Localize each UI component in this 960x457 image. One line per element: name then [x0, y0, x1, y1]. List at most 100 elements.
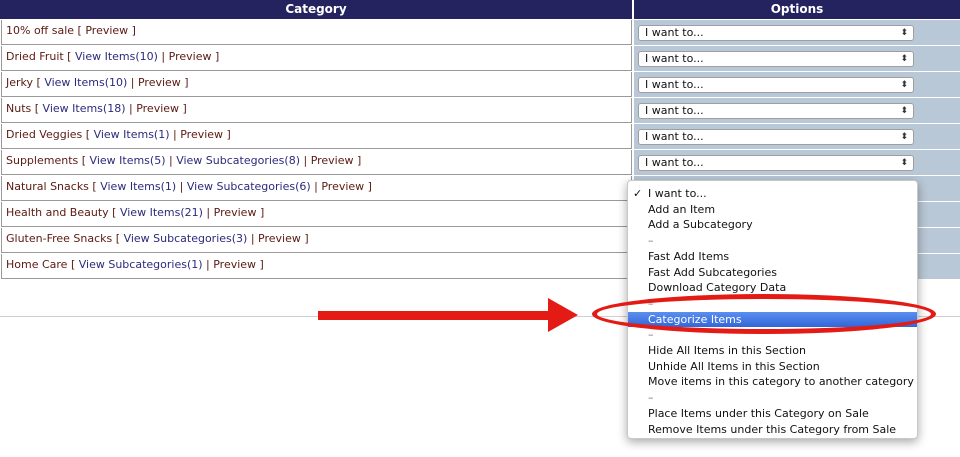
select-stepper-icon: ⬍ [900, 80, 908, 90]
category-name[interactable]: Dried Veggies [6, 128, 82, 141]
table-row: Dried Fruit [ View Items(10) | Preview ]… [0, 46, 960, 72]
options-column-header: Options [634, 0, 960, 19]
table-row: Jerky [ View Items(10) | Preview ] I want… [0, 72, 960, 98]
menu-item[interactable]: ✓ I want to... [628, 186, 917, 201]
options-cell: I want to... ⬍ [634, 124, 960, 150]
menu-item-label: – [648, 328, 654, 342]
category-name[interactable]: Dried Fruit [6, 50, 64, 63]
preview-link[interactable]: Preview [214, 206, 257, 219]
view-items-link[interactable]: View Items(1) [94, 128, 170, 141]
menu-item-label: Unhide All Items in this Section [648, 359, 820, 373]
category-name[interactable]: Jerky [6, 76, 33, 89]
preview-link[interactable]: Preview [311, 154, 354, 167]
menu-item[interactable]: Add an Item [628, 202, 917, 217]
preview-link[interactable]: Preview [138, 76, 181, 89]
action-select-label: I want to... [645, 104, 704, 117]
view-subcategories-link[interactable]: View Subcategories(8) [176, 154, 300, 167]
menu-item[interactable]: Fast Add Subcategories [628, 265, 917, 280]
category-cell: Nuts [ View Items(18) | Preview ] [1, 98, 632, 123]
menu-item-label: – [648, 234, 654, 248]
view-subcategories-link[interactable]: View Subcategories(1) [79, 258, 203, 271]
preview-link[interactable]: Preview [258, 232, 301, 245]
category-cell: 10% off sale [ Preview ] [1, 20, 632, 45]
preview-link[interactable]: Preview [180, 128, 223, 141]
action-select[interactable]: I want to... ⬍ [638, 51, 914, 67]
menu-item-label: Add a Subcategory [648, 218, 753, 232]
menu-item-label: Move items in this category to another c… [648, 375, 914, 389]
menu-item-label: I want to... [648, 187, 707, 200]
menu-item[interactable]: Add a Subcategory [628, 217, 917, 232]
menu-item-label: Download Category Data [648, 281, 787, 295]
category-column-header: Category [0, 0, 633, 19]
category-name[interactable]: Gluten-Free Snacks [6, 232, 112, 245]
category-name[interactable]: Supplements [6, 154, 78, 167]
preview-link[interactable]: Preview [85, 24, 128, 37]
options-cell: I want to... ⬍ [634, 72, 960, 98]
menu-separator: – [628, 233, 917, 248]
category-cell: Dried Fruit [ View Items(10) | Preview ] [1, 46, 632, 71]
category-cell: Gluten-Free Snacks [ View Subcategories(… [1, 228, 632, 253]
preview-link[interactable]: Preview [321, 180, 364, 193]
table-row: Dried Veggies [ View Items(1) | Preview … [0, 124, 960, 150]
annotation-arrow-head-icon [548, 298, 578, 332]
annotation-highlight-ellipse [592, 294, 936, 334]
action-select-label: I want to... [645, 78, 704, 91]
view-items-link[interactable]: View Items(21) [120, 206, 203, 219]
preview-link[interactable]: Preview [136, 102, 179, 115]
menu-item[interactable]: Download Category Data [628, 280, 917, 295]
table-row: Nuts [ View Items(18) | Preview ] I want … [0, 98, 960, 124]
category-name[interactable]: Nuts [6, 102, 31, 115]
view-items-link[interactable]: View Items(1) [100, 180, 176, 193]
action-select[interactable]: I want to... ⬍ [638, 129, 914, 145]
options-cell: I want to... ⬍ [634, 98, 960, 124]
select-stepper-icon: ⬍ [900, 28, 908, 38]
category-name[interactable]: Home Care [6, 258, 67, 271]
select-stepper-icon: ⬍ [900, 54, 908, 64]
menu-item[interactable]: Fast Add Items [628, 249, 917, 264]
menu-item-label: Remove Items under this Category from Sa… [648, 422, 897, 436]
view-items-link[interactable]: View Items(18) [43, 102, 126, 115]
preview-link[interactable]: Preview [169, 50, 212, 63]
view-items-link[interactable]: View Items(5) [90, 154, 166, 167]
view-items-link[interactable]: View Items(10) [44, 76, 127, 89]
menu-item-label: Hide All Items in this Section [648, 344, 806, 357]
menu-item-label: Fast Add Subcategories [648, 265, 777, 279]
category-cell: Home Care [ View Subcategories(1) | Prev… [1, 254, 632, 279]
category-cell: Supplements [ View Items(5) | View Subca… [1, 150, 632, 175]
category-name[interactable]: 10% off sale [6, 24, 74, 37]
table-row: Supplements [ View Items(5) | View Subca… [0, 150, 960, 176]
table-row: 10% off sale [ Preview ] I want to... ⬍ [0, 20, 960, 46]
category-cell: Natural Snacks [ View Items(1) | View Su… [1, 176, 632, 201]
menu-item-label: Add an Item [648, 202, 716, 216]
action-select-label: I want to... [645, 156, 704, 169]
menu-separator: – [628, 390, 917, 405]
select-stepper-icon: ⬍ [900, 106, 908, 116]
menu-item-label: – [648, 391, 654, 405]
category-cell: Health and Beauty [ View Items(21) | Pre… [1, 202, 632, 227]
action-select[interactable]: I want to... ⬍ [638, 103, 914, 119]
category-name[interactable]: Natural Snacks [6, 180, 89, 193]
action-select-label: I want to... [645, 52, 704, 65]
menu-item[interactable]: Remove Items under this Category from Sa… [628, 422, 917, 437]
action-select-label: I want to... [645, 26, 704, 39]
checkmark-icon: ✓ [633, 187, 643, 200]
view-subcategories-link[interactable]: View Subcategories(3) [124, 232, 248, 245]
view-subcategories-link[interactable]: View Subcategories(6) [187, 180, 311, 193]
menu-item[interactable]: Place Items under this Category on Sale [628, 406, 917, 421]
select-stepper-icon: ⬍ [900, 158, 908, 168]
menu-item[interactable]: Hide All Items in this Section [628, 343, 917, 358]
category-name[interactable]: Health and Beauty [6, 206, 109, 219]
select-stepper-icon: ⬍ [900, 132, 908, 142]
action-select-label: I want to... [645, 130, 704, 143]
action-select[interactable]: I want to... ⬍ [638, 155, 914, 171]
view-items-link[interactable]: View Items(10) [75, 50, 158, 63]
menu-item[interactable]: Move items in this category to another c… [628, 374, 917, 389]
preview-link[interactable]: Preview [213, 258, 256, 271]
menu-item-label: Fast Add Items [648, 249, 730, 263]
category-cell: Dried Veggies [ View Items(1) | Preview … [1, 124, 632, 149]
category-cell: Jerky [ View Items(10) | Preview ] [1, 72, 632, 97]
annotation-arrow-shaft [318, 311, 554, 320]
action-select[interactable]: I want to... ⬍ [638, 77, 914, 93]
action-select[interactable]: I want to... ⬍ [638, 25, 914, 41]
menu-item[interactable]: Unhide All Items in this Section [628, 359, 917, 374]
